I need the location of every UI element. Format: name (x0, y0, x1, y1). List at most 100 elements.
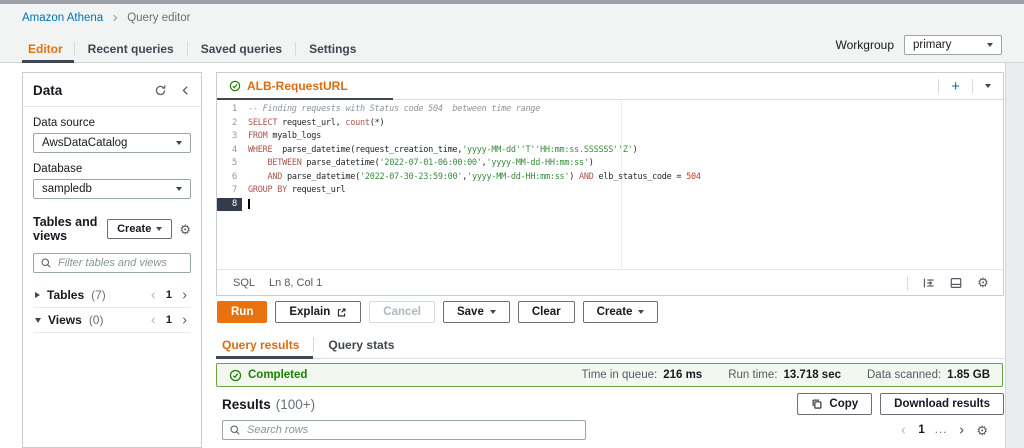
code-line[interactable]: BETWEEN parse_datetime('2022-07-01-06:00… (248, 157, 1002, 171)
tab-settings[interactable]: Settings (296, 36, 369, 62)
metric-value: 216 ms (663, 369, 703, 381)
copy-label: Copy (829, 398, 859, 410)
save-button[interactable]: Save (442, 301, 510, 323)
control-divider (907, 275, 908, 290)
caret-down-icon (156, 227, 163, 231)
query-status-banner: Completed Time in queue: 216 ms Run time:… (216, 363, 1003, 387)
search-rows-input[interactable] (222, 420, 586, 440)
format-icon (923, 278, 934, 287)
results-settings-gear-icon[interactable]: ⚙ (976, 424, 988, 437)
tab-saved-queries[interactable]: Saved queries (188, 36, 295, 62)
code-segment-plain: myalb_logs (267, 131, 322, 141)
tab-query-stats[interactable]: Query stats (314, 331, 408, 358)
page-next-icon[interactable] (180, 316, 189, 325)
tree-section-tables[interactable]: Tables (7) 1 (33, 283, 191, 308)
copy-icon (812, 399, 822, 409)
gutter-line-number: 1 (231, 104, 237, 114)
query-tab-alb-requesturl[interactable]: ALB-RequestURL (217, 73, 393, 100)
code-line[interactable]: AND parse_datetime('2022-07-30-23:59:00'… (248, 171, 1002, 185)
code-segment-kw: FROM (248, 131, 268, 141)
editor-status-bar: SQL Ln 8, Col 1 ⚙ (217, 269, 1003, 295)
code-segment-str: '2022-07-30-23:59:00' (359, 171, 463, 182)
filter-tables-input[interactable] (33, 253, 191, 273)
code-segment-plain (248, 158, 267, 168)
editor-code-lines: -- Finding requests with Status code 504… (248, 103, 1002, 211)
page-header: Amazon Athena Query editor Editor Recent… (0, 4, 1024, 63)
tab-editor[interactable]: Editor (22, 36, 74, 63)
code-line[interactable]: -- Finding requests with Status code 504… (248, 103, 1002, 117)
workgroup-control: Workgroup primary (836, 35, 1002, 55)
main-nav-tabs: Editor Recent queries Saved queries Sett… (22, 36, 369, 63)
refresh-button[interactable] (154, 84, 167, 97)
clear-button[interactable]: Clear (517, 301, 575, 323)
create-button-label: Create (117, 223, 152, 235)
tab-list-dropdown-button[interactable] (973, 73, 1003, 99)
create-query-button[interactable]: Create (582, 301, 659, 323)
download-results-button[interactable]: Download results (880, 393, 1004, 415)
code-segment-kw: AND (579, 171, 594, 182)
caret-down-icon (985, 84, 991, 88)
page-prev-icon[interactable] (149, 291, 158, 300)
gutter-line-number: 8 (217, 197, 242, 211)
text-cursor (248, 198, 250, 209)
run-button[interactable]: Run (217, 301, 268, 323)
code-line[interactable]: SELECT request_url, count(*) (248, 117, 1002, 131)
page-prev-icon[interactable] (149, 316, 158, 325)
caret-down-icon (987, 43, 993, 47)
tree-section-count: (7) (91, 288, 106, 302)
code-segment-kw: AND (267, 171, 283, 182)
data-source-value: AwsDataCatalog (42, 137, 128, 149)
page-next-icon[interactable] (180, 291, 189, 300)
caret-down-icon (489, 310, 496, 314)
sql-code-editor[interactable]: 1 2 3 4 5 6 7 8 -- Finding requests with Status… (217, 100, 1002, 269)
caret-down-icon (176, 141, 182, 145)
results-header: Results (100+) Copy Download results (216, 393, 1004, 415)
format-query-button[interactable] (917, 273, 941, 293)
page-number[interactable]: 1 (918, 424, 924, 436)
code-segment-plain: parse_datetime(request_creation_time, (272, 144, 463, 155)
database-select[interactable]: sampledb (33, 179, 191, 199)
split-panel-button[interactable] (944, 273, 968, 293)
gutter-line-number: 7 (231, 185, 237, 195)
cancel-button[interactable]: Cancel (369, 301, 435, 323)
code-line[interactable]: GROUP BY request_url (248, 184, 1002, 198)
code-segment-plain: parse_datetime( (282, 171, 360, 182)
code-line[interactable]: WHERE parse_datetime(request_creation_ti… (248, 144, 1002, 158)
copy-button[interactable]: Copy (797, 393, 873, 415)
code-segment-kw: SELECT (248, 117, 278, 128)
tables-and-views-title: Tables and views (33, 215, 98, 243)
results-pagination: 1 ... ⚙ (899, 424, 988, 437)
caret-down-icon (638, 310, 645, 314)
code-line[interactable] (248, 198, 1002, 212)
workgroup-label: Workgroup (835, 38, 894, 52)
code-segment-plain: parse_datetime( (301, 158, 380, 168)
editor-settings-button[interactable]: ⚙ (971, 273, 995, 293)
code-segment-plain: request_url (286, 185, 346, 195)
create-button[interactable]: Create (107, 219, 173, 239)
workgroup-select[interactable]: primary (904, 35, 1002, 55)
query-actions: Run Explain Cancel Save Clear Create (217, 301, 659, 323)
explain-button[interactable]: Explain (275, 301, 362, 323)
code-line[interactable]: FROM myalb_logs (248, 130, 1002, 144)
editor-gutter: 1 2 3 4 5 6 7 8 (217, 103, 242, 211)
tab-recent-queries[interactable]: Recent queries (75, 36, 187, 62)
search-rows-box (222, 420, 586, 440)
collapse-caret-icon[interactable] (35, 317, 41, 323)
results-tabs: Query results Query stats (216, 331, 1004, 359)
metric-value: 1.85 GB (947, 369, 990, 381)
tab-query-results[interactable]: Query results (216, 331, 314, 359)
expand-caret-icon[interactable] (35, 292, 40, 298)
collapse-panel-button[interactable] (180, 85, 191, 96)
new-query-tab-button[interactable]: + (939, 73, 972, 99)
breadcrumb-link-amazon-athena[interactable]: Amazon Athena (22, 12, 103, 24)
save-label: Save (456, 306, 484, 318)
tree-section-views[interactable]: Views (0) 1 (33, 308, 191, 333)
tables-settings-gear-icon[interactable]: ⚙ (179, 223, 191, 236)
code-segment-plain: request_url, (277, 117, 346, 128)
data-source-select[interactable]: AwsDataCatalog (33, 133, 191, 153)
tables-filter (33, 253, 191, 273)
page-next-icon[interactable] (957, 426, 966, 435)
gear-icon: ⚙ (977, 275, 989, 290)
code-segment-str: 'yyyy-MM-dd-HH:mm:ss' (467, 171, 570, 182)
page-prev-icon[interactable] (899, 426, 908, 435)
